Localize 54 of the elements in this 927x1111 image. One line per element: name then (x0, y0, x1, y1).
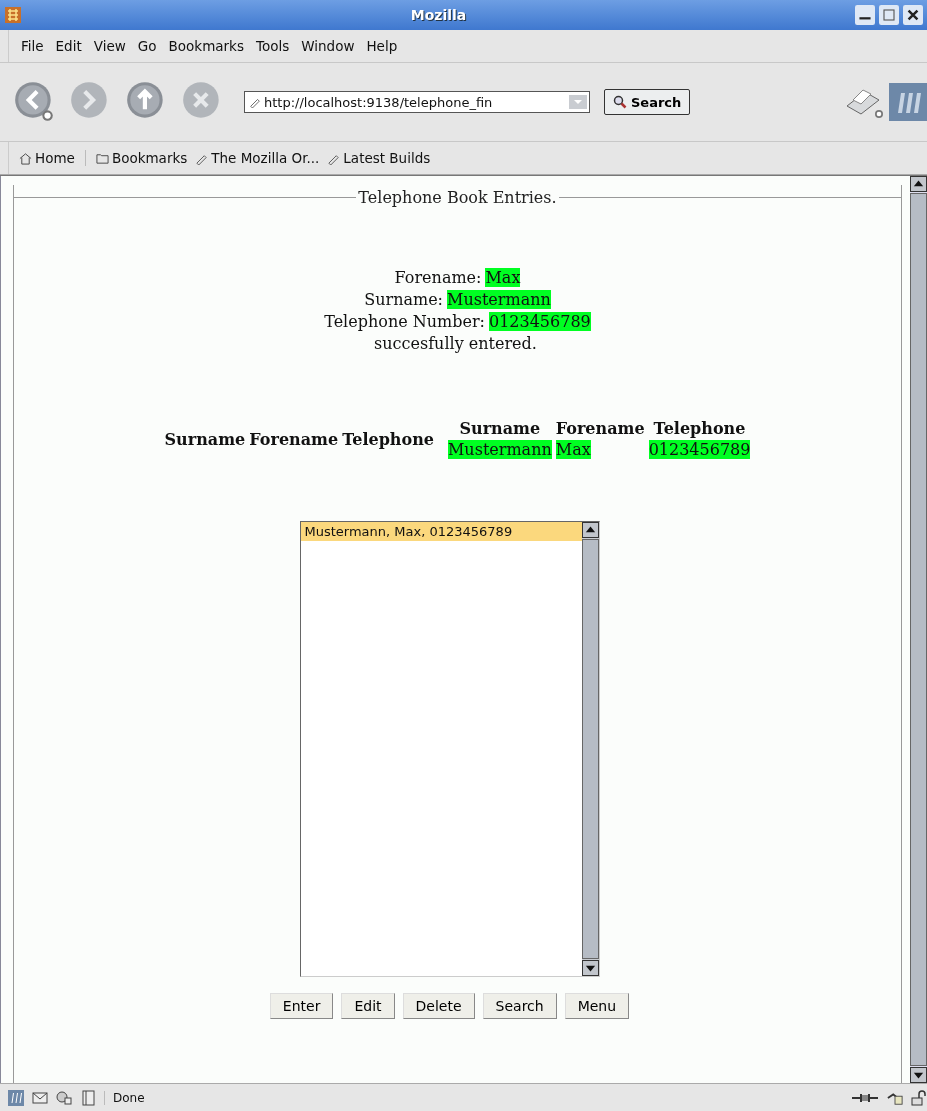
menu-item[interactable]: File (15, 38, 50, 54)
table-cell: Max (555, 440, 591, 459)
column-header: Telephone (341, 429, 435, 449)
search-button[interactable]: Search (604, 89, 691, 115)
confirmation-text: succesfully entered. (374, 334, 538, 353)
menu-item[interactable]: Go (131, 38, 163, 54)
logo-icon[interactable] (8, 1089, 24, 1106)
menu-item[interactable]: Edit (49, 38, 88, 54)
window-title: Mozilla (409, 7, 468, 23)
entries-list[interactable]: Mustermann, Max, 0123456789 (299, 521, 600, 977)
logo-icon[interactable] (889, 83, 927, 121)
folder-icon (95, 151, 109, 165)
close-icon[interactable] (903, 5, 923, 25)
scroll-down-icon[interactable] (910, 1067, 927, 1083)
bookmark-link[interactable]: The Mozilla Or... (191, 150, 324, 166)
scroll-down-icon[interactable] (581, 960, 599, 976)
table-cell: 0123456789 (648, 440, 751, 459)
menu-item[interactable]: Window (295, 38, 361, 54)
column-header: Telephone (652, 419, 747, 438)
app-icon (4, 6, 22, 24)
notebook-icon[interactable] (80, 1089, 96, 1106)
address-field[interactable]: http://localhost:9138/telephone_fin (244, 91, 590, 113)
form-button[interactable]: Enter (269, 993, 334, 1019)
home-icon (19, 151, 32, 165)
bookmark-link[interactable]: Home (15, 150, 86, 166)
field-value: 0123456789 (488, 312, 591, 331)
column-header: Surname (458, 419, 542, 438)
field-label: Forename: (394, 268, 483, 287)
field-label: Surname: (364, 290, 444, 309)
bookmark-link[interactable]: Bookmarks (91, 150, 192, 166)
form-button[interactable]: Delete (402, 993, 475, 1019)
field-value: Mustermann (447, 290, 551, 309)
search-icon (613, 95, 627, 109)
form-button[interactable]: Edit (341, 993, 395, 1019)
field-label: Telephone Number: (324, 312, 486, 331)
menu-item[interactable]: Tools (249, 38, 296, 54)
mail-icon[interactable] (32, 1089, 48, 1106)
form-button[interactable]: Menu (564, 993, 630, 1019)
minimize-icon[interactable] (855, 5, 875, 25)
list-option[interactable]: Mustermann, Max, 0123456789 (300, 522, 582, 541)
fieldset-legend: Telephone Book Entries. (356, 187, 559, 207)
menu-item[interactable]: Help (360, 38, 404, 54)
bookmark-link[interactable]: Latest Builds (323, 150, 435, 166)
menu-item[interactable]: View (87, 38, 132, 54)
form-button[interactable]: Search (482, 993, 557, 1019)
table-cell: Mustermann (448, 440, 552, 459)
menu-item[interactable]: Bookmarks (162, 38, 250, 54)
chat-icon[interactable] (56, 1089, 72, 1106)
scroll-up-icon[interactable] (910, 176, 927, 192)
status-text: Done (104, 1090, 145, 1105)
column-header: Forename (554, 419, 646, 438)
bookmark-icon (249, 96, 261, 108)
column-header: Surname (163, 429, 247, 449)
column-header: Forename (248, 429, 340, 449)
